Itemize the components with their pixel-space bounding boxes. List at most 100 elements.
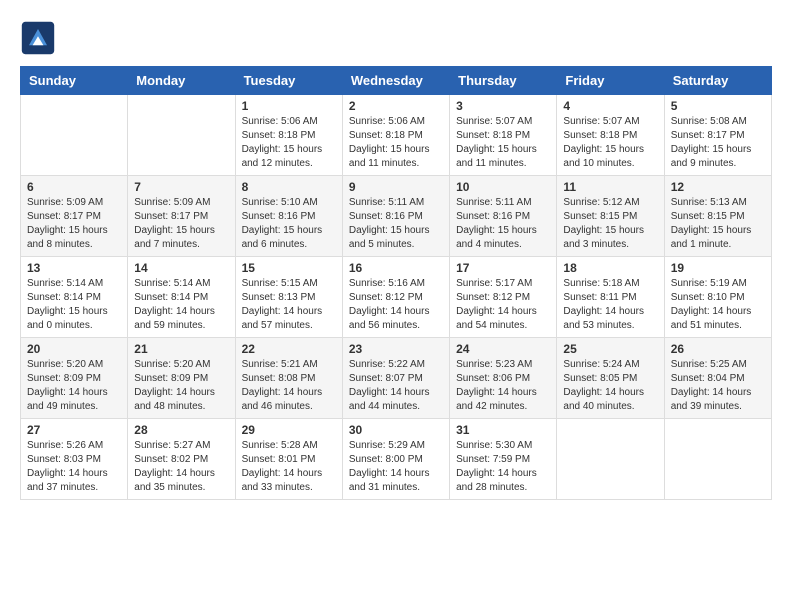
calendar-day-header: Saturday bbox=[664, 67, 771, 95]
day-info: Sunrise: 5:09 AM Sunset: 8:17 PM Dayligh… bbox=[134, 196, 228, 252]
day-number: 21 bbox=[134, 342, 228, 356]
day-number: 16 bbox=[349, 261, 443, 275]
calendar-cell: 4Sunrise: 5:07 AM Sunset: 8:18 PM Daylig… bbox=[557, 95, 664, 176]
calendar-day-header: Friday bbox=[557, 67, 664, 95]
day-number: 20 bbox=[27, 342, 121, 356]
day-number: 5 bbox=[671, 99, 765, 113]
day-info: Sunrise: 5:28 AM Sunset: 8:01 PM Dayligh… bbox=[242, 439, 336, 495]
day-number: 22 bbox=[242, 342, 336, 356]
day-info: Sunrise: 5:27 AM Sunset: 8:02 PM Dayligh… bbox=[134, 439, 228, 495]
day-info: Sunrise: 5:15 AM Sunset: 8:13 PM Dayligh… bbox=[242, 277, 336, 333]
day-info: Sunrise: 5:07 AM Sunset: 8:18 PM Dayligh… bbox=[563, 115, 657, 171]
day-info: Sunrise: 5:07 AM Sunset: 8:18 PM Dayligh… bbox=[456, 115, 550, 171]
day-info: Sunrise: 5:30 AM Sunset: 7:59 PM Dayligh… bbox=[456, 439, 550, 495]
calendar-cell: 19Sunrise: 5:19 AM Sunset: 8:10 PM Dayli… bbox=[664, 257, 771, 338]
calendar-cell: 24Sunrise: 5:23 AM Sunset: 8:06 PM Dayli… bbox=[450, 338, 557, 419]
day-number: 30 bbox=[349, 423, 443, 437]
day-number: 27 bbox=[27, 423, 121, 437]
day-info: Sunrise: 5:17 AM Sunset: 8:12 PM Dayligh… bbox=[456, 277, 550, 333]
day-number: 9 bbox=[349, 180, 443, 194]
day-number: 10 bbox=[456, 180, 550, 194]
day-number: 15 bbox=[242, 261, 336, 275]
day-info: Sunrise: 5:14 AM Sunset: 8:14 PM Dayligh… bbox=[27, 277, 121, 333]
calendar-cell: 29Sunrise: 5:28 AM Sunset: 8:01 PM Dayli… bbox=[235, 419, 342, 500]
day-info: Sunrise: 5:13 AM Sunset: 8:15 PM Dayligh… bbox=[671, 196, 765, 252]
calendar-cell: 9 Sunrise: 5:11 AM Sunset: 8:16 PM Daylig… bbox=[342, 176, 449, 257]
calendar-week-row: 13 Sunrise: 5:14 AM Sunset: 8:14 PM Dayli… bbox=[21, 257, 772, 338]
calendar-cell: 30 Sunrise: 5:29 AM Sunset: 8:00 PM Dayli… bbox=[342, 419, 449, 500]
day-number: 25 bbox=[563, 342, 657, 356]
calendar-cell: 7 Sunrise: 5:09 AM Sunset: 8:17 PM Daylig… bbox=[128, 176, 235, 257]
calendar-cell bbox=[664, 419, 771, 500]
calendar-cell: 17 Sunrise: 5:17 AM Sunset: 8:12 PM Dayli… bbox=[450, 257, 557, 338]
day-info: Sunrise: 5:21 AM Sunset: 8:08 PM Dayligh… bbox=[242, 358, 336, 414]
calendar-cell: 6Sunrise: 5:09 AM Sunset: 8:17 PM Daylig… bbox=[21, 176, 128, 257]
day-number: 24 bbox=[456, 342, 550, 356]
calendar-cell: 15 Sunrise: 5:15 AM Sunset: 8:13 PM Dayli… bbox=[235, 257, 342, 338]
day-info: Sunrise: 5:12 AM Sunset: 8:15 PM Dayligh… bbox=[563, 196, 657, 252]
calendar-day-header: Wednesday bbox=[342, 67, 449, 95]
day-number: 11 bbox=[563, 180, 657, 194]
calendar-week-row: 20 Sunrise: 5:20 AM Sunset: 8:09 PM Dayli… bbox=[21, 338, 772, 419]
calendar-cell: 23 Sunrise: 5:22 AM Sunset: 8:07 PM Dayli… bbox=[342, 338, 449, 419]
day-number: 17 bbox=[456, 261, 550, 275]
logo bbox=[20, 20, 60, 56]
calendar-cell: 21 Sunrise: 5:20 AM Sunset: 8:09 PM Dayli… bbox=[128, 338, 235, 419]
day-number: 31 bbox=[456, 423, 550, 437]
day-number: 13 bbox=[27, 261, 121, 275]
day-number: 3 bbox=[456, 99, 550, 113]
day-number: 12 bbox=[671, 180, 765, 194]
day-info: Sunrise: 5:19 AM Sunset: 8:10 PM Dayligh… bbox=[671, 277, 765, 333]
calendar-cell bbox=[128, 95, 235, 176]
calendar-cell: 12 Sunrise: 5:13 AM Sunset: 8:15 PM Dayli… bbox=[664, 176, 771, 257]
day-info: Sunrise: 5:20 AM Sunset: 8:09 PM Dayligh… bbox=[27, 358, 121, 414]
day-number: 2 bbox=[349, 99, 443, 113]
day-info: Sunrise: 5:08 AM Sunset: 8:17 PM Dayligh… bbox=[671, 115, 765, 171]
calendar-cell: 16Sunrise: 5:16 AM Sunset: 8:12 PM Dayli… bbox=[342, 257, 449, 338]
calendar-cell bbox=[557, 419, 664, 500]
day-info: Sunrise: 5:22 AM Sunset: 8:07 PM Dayligh… bbox=[349, 358, 443, 414]
calendar-cell: 10 Sunrise: 5:11 AM Sunset: 8:16 PM Dayli… bbox=[450, 176, 557, 257]
day-info: Sunrise: 5:11 AM Sunset: 8:16 PM Dayligh… bbox=[349, 196, 443, 252]
calendar-cell: 5 Sunrise: 5:08 AM Sunset: 8:17 PM Daylig… bbox=[664, 95, 771, 176]
day-number: 14 bbox=[134, 261, 228, 275]
calendar-cell: 3 Sunrise: 5:07 AM Sunset: 8:18 PM Daylig… bbox=[450, 95, 557, 176]
day-number: 18 bbox=[563, 261, 657, 275]
calendar-cell: 25Sunrise: 5:24 AM Sunset: 8:05 PM Dayli… bbox=[557, 338, 664, 419]
day-info: Sunrise: 5:29 AM Sunset: 8:00 PM Dayligh… bbox=[349, 439, 443, 495]
calendar-week-row: 6Sunrise: 5:09 AM Sunset: 8:17 PM Daylig… bbox=[21, 176, 772, 257]
calendar-cell: 31 Sunrise: 5:30 AM Sunset: 7:59 PM Dayli… bbox=[450, 419, 557, 500]
day-number: 28 bbox=[134, 423, 228, 437]
day-info: Sunrise: 5:20 AM Sunset: 8:09 PM Dayligh… bbox=[134, 358, 228, 414]
day-info: Sunrise: 5:26 AM Sunset: 8:03 PM Dayligh… bbox=[27, 439, 121, 495]
calendar-day-header: Monday bbox=[128, 67, 235, 95]
calendar-cell: 14Sunrise: 5:14 AM Sunset: 8:14 PM Dayli… bbox=[128, 257, 235, 338]
day-number: 23 bbox=[349, 342, 443, 356]
page-header bbox=[20, 20, 772, 56]
day-info: Sunrise: 5:09 AM Sunset: 8:17 PM Dayligh… bbox=[27, 196, 121, 252]
day-number: 7 bbox=[134, 180, 228, 194]
day-info: Sunrise: 5:11 AM Sunset: 8:16 PM Dayligh… bbox=[456, 196, 550, 252]
calendar-cell: 18 Sunrise: 5:18 AM Sunset: 8:11 PM Dayli… bbox=[557, 257, 664, 338]
day-info: Sunrise: 5:06 AM Sunset: 8:18 PM Dayligh… bbox=[349, 115, 443, 171]
calendar-week-row: 27 Sunrise: 5:26 AM Sunset: 8:03 PM Dayli… bbox=[21, 419, 772, 500]
day-number: 1 bbox=[242, 99, 336, 113]
calendar-cell: 8Sunrise: 5:10 AM Sunset: 8:16 PM Daylig… bbox=[235, 176, 342, 257]
calendar-cell: 2 Sunrise: 5:06 AM Sunset: 8:18 PM Daylig… bbox=[342, 95, 449, 176]
calendar-cell: 26 Sunrise: 5:25 AM Sunset: 8:04 PM Dayli… bbox=[664, 338, 771, 419]
calendar-cell: 1 Sunrise: 5:06 AM Sunset: 8:18 PM Daylig… bbox=[235, 95, 342, 176]
calendar-day-header: Thursday bbox=[450, 67, 557, 95]
calendar-cell: 27 Sunrise: 5:26 AM Sunset: 8:03 PM Dayli… bbox=[21, 419, 128, 500]
calendar-cell: 20 Sunrise: 5:20 AM Sunset: 8:09 PM Dayli… bbox=[21, 338, 128, 419]
calendar-cell bbox=[21, 95, 128, 176]
day-info: Sunrise: 5:25 AM Sunset: 8:04 PM Dayligh… bbox=[671, 358, 765, 414]
day-info: Sunrise: 5:06 AM Sunset: 8:18 PM Dayligh… bbox=[242, 115, 336, 171]
day-number: 26 bbox=[671, 342, 765, 356]
calendar-day-header: Sunday bbox=[21, 67, 128, 95]
day-number: 8 bbox=[242, 180, 336, 194]
calendar-cell: 13 Sunrise: 5:14 AM Sunset: 8:14 PM Dayli… bbox=[21, 257, 128, 338]
day-info: Sunrise: 5:18 AM Sunset: 8:11 PM Dayligh… bbox=[563, 277, 657, 333]
logo-icon bbox=[20, 20, 56, 56]
calendar-cell: 22 Sunrise: 5:21 AM Sunset: 8:08 PM Dayli… bbox=[235, 338, 342, 419]
calendar-cell: 11 Sunrise: 5:12 AM Sunset: 8:15 PM Dayli… bbox=[557, 176, 664, 257]
